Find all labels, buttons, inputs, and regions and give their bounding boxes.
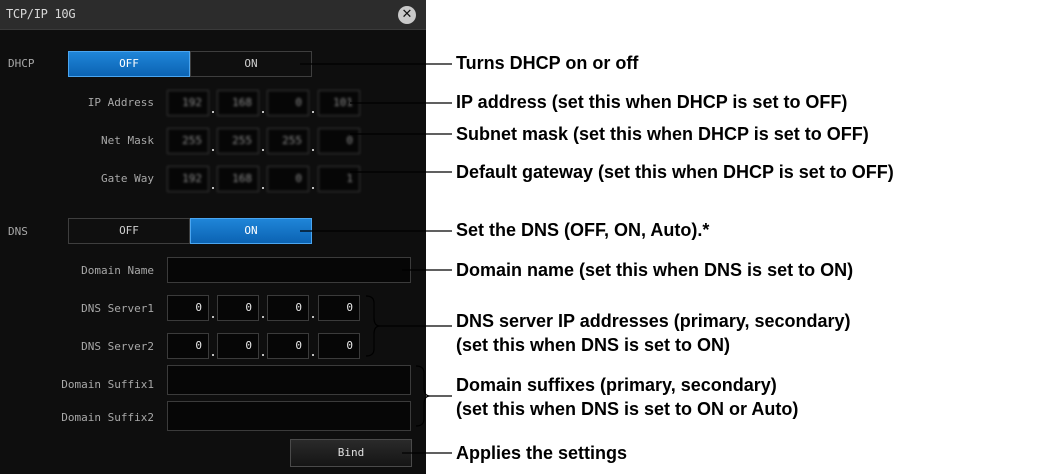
annotation-dns-servers-line1: DNS server IP addresses (primary, second… — [456, 311, 851, 331]
annotation-dns-servers-line2: (set this when DNS is set to ON) — [456, 335, 731, 355]
annotation-domain-name: Domain name (set this when DNS is set to… — [456, 260, 854, 280]
annotation-dns: Set the DNS (OFF, ON, Auto).* — [456, 220, 710, 240]
annotation-dhcp: Turns DHCP on or off — [456, 53, 639, 73]
annotation-mask: Subnet mask (set this when DHCP is set t… — [456, 124, 869, 144]
dns-servers-bracket — [365, 295, 381, 357]
annotation-bind: Applies the settings — [456, 443, 628, 463]
annotation-suffixes-line1: Domain suffixes (primary, secondary) — [456, 375, 777, 395]
annotation-ip: IP address (set this when DHCP is set to… — [456, 92, 848, 112]
annotation-gateway: Default gateway (set this when DHCP is s… — [456, 162, 894, 182]
annotation-suffixes-line2: (set this when DNS is set to ON or Auto) — [456, 399, 799, 419]
suffixes-bracket — [415, 365, 431, 427]
